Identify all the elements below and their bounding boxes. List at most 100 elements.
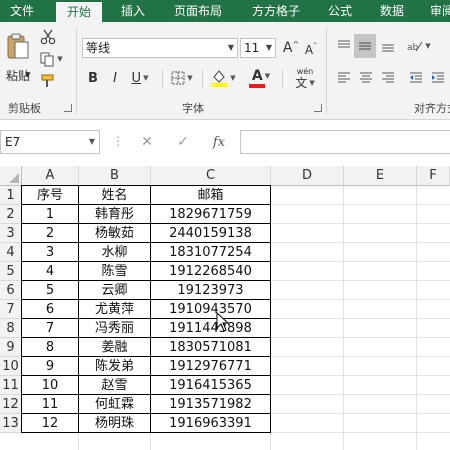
format-painter-button[interactable] <box>38 72 58 90</box>
row-header-3[interactable]: 3 <box>0 224 22 243</box>
header-cell-name[interactable]: 姓名 <box>79 186 150 205</box>
name-cell[interactable]: 杨明珠 <box>79 414 150 433</box>
email-cell[interactable]: 1831077254 <box>151 243 270 262</box>
name-cell[interactable]: 何虹霖 <box>79 395 150 414</box>
tab-formulas[interactable]: 公式 <box>318 0 362 22</box>
seq-cell[interactable]: 3 <box>22 243 78 262</box>
email-cell[interactable]: 19123973 <box>151 281 270 300</box>
column-header-e[interactable]: E <box>344 166 417 186</box>
email-cell[interactable]: 1913571982 <box>151 395 270 414</box>
email-cell[interactable]: 1916415365 <box>151 376 270 395</box>
align-middle-button[interactable] <box>354 34 376 58</box>
seq-cell[interactable]: 6 <box>22 300 78 319</box>
name-cell[interactable]: 尤黄萍 <box>79 300 150 319</box>
copy-button[interactable]: ▼ <box>38 50 64 68</box>
orientation-button[interactable]: ab ▼ <box>404 36 434 56</box>
seq-cell[interactable]: 10 <box>22 376 78 395</box>
spreadsheet-grid[interactable]: ABCDEF 1 2 3 4 5 6 7 8 9 10 11 12 13 序号 姓名 邮箱 1 韩育彤 18296… <box>0 166 450 450</box>
seq-cell[interactable]: 11 <box>22 395 78 414</box>
tab-home[interactable]: 开始 <box>56 2 102 22</box>
grow-font-button[interactable]: A ^ <box>282 38 300 58</box>
font-color-button[interactable]: A ▼ <box>246 66 276 90</box>
header-cell-seq[interactable]: 序号 <box>22 186 78 205</box>
tab-insert[interactable]: 插入 <box>110 0 156 22</box>
row-header-12[interactable]: 12 <box>0 395 22 414</box>
name-cell[interactable]: 赵雪 <box>79 376 150 395</box>
tab-data[interactable]: 数据 <box>370 0 414 22</box>
font-size-combo[interactable]: 11 ▼ <box>240 38 276 58</box>
row-header-9[interactable]: 9 <box>0 338 22 357</box>
tab-review[interactable]: 审阅 <box>424 0 450 22</box>
column-header-b[interactable]: B <box>79 166 151 186</box>
align-center-button[interactable] <box>356 68 376 88</box>
name-cell[interactable]: 陈发弟 <box>79 357 150 376</box>
column-header-f[interactable]: F <box>417 166 450 186</box>
bold-button[interactable]: B <box>84 68 102 88</box>
seq-cell[interactable]: 9 <box>22 357 78 376</box>
seq-cell[interactable]: 7 <box>22 319 78 338</box>
seq-cell[interactable]: 4 <box>22 262 78 281</box>
borders-button[interactable]: ▼ <box>168 68 196 88</box>
seq-cell[interactable]: 12 <box>22 414 78 433</box>
row-header-4[interactable]: 4 <box>0 243 22 262</box>
name-cell[interactable]: 冯秀丽 <box>79 319 150 338</box>
paste-dropdown-arrow[interactable]: ▼ <box>25 71 30 79</box>
email-cell[interactable]: 1912976771 <box>151 357 270 376</box>
name-box[interactable]: E7 ▼ <box>0 130 100 154</box>
tab-file[interactable]: 文件 <box>0 0 44 22</box>
italic-button[interactable]: I <box>106 68 124 88</box>
paste-button[interactable] <box>4 30 32 64</box>
row-header-13[interactable]: 13 <box>0 414 22 433</box>
email-cell[interactable]: 2440159138 <box>151 224 270 243</box>
email-cell[interactable]: 1830571081 <box>151 338 270 357</box>
column-header-c[interactable]: C <box>151 166 271 186</box>
tab-page-layout[interactable]: 页面布局 <box>164 0 232 22</box>
formula-input[interactable] <box>240 130 450 154</box>
email-cell[interactable]: 1911443898 <box>151 319 270 338</box>
name-cell[interactable]: 陈雪 <box>79 262 150 281</box>
fill-color-button[interactable]: ▼ <box>208 66 238 90</box>
align-top-button[interactable] <box>334 36 354 56</box>
seq-cell[interactable]: 5 <box>22 281 78 300</box>
decrease-indent-button[interactable] <box>406 68 426 88</box>
cancel-button[interactable]: ✕ <box>136 132 158 152</box>
enter-button[interactable]: ✓ <box>172 132 194 152</box>
select-all-corner[interactable] <box>0 166 22 186</box>
increase-indent-button[interactable] <box>428 68 448 88</box>
phonetic-guide-button[interactable]: wén 文 ▼ <box>288 64 322 92</box>
tab-fangfang-gezi[interactable]: 方方格子 <box>242 0 310 22</box>
email-cell[interactable]: 1912268540 <box>151 262 270 281</box>
name-cell[interactable]: 姜融 <box>79 338 150 357</box>
name-cell[interactable]: 云卿 <box>79 281 150 300</box>
clipboard-launcher[interactable] <box>64 104 72 112</box>
row-header-11[interactable]: 11 <box>0 376 22 395</box>
seq-cell[interactable]: 1 <box>22 205 78 224</box>
header-cell-email[interactable]: 邮箱 <box>151 186 270 205</box>
underline-button[interactable]: U ▼ <box>126 68 154 88</box>
font-launcher[interactable] <box>314 104 322 112</box>
name-cell[interactable]: 韩育彤 <box>79 205 150 224</box>
align-left-button[interactable] <box>334 68 354 88</box>
email-cell[interactable]: 1916963391 <box>151 414 270 433</box>
align-bottom-button[interactable] <box>378 36 398 56</box>
seq-cell[interactable]: 2 <box>22 224 78 243</box>
row-header-2[interactable]: 2 <box>0 205 22 224</box>
row-header-6[interactable]: 6 <box>0 281 22 300</box>
row-header-10[interactable]: 10 <box>0 357 22 376</box>
column-header-d[interactable]: D <box>271 166 344 186</box>
name-cell[interactable]: 杨敏茹 <box>79 224 150 243</box>
column-header-a[interactable]: A <box>22 166 79 186</box>
align-right-button[interactable] <box>378 68 398 88</box>
cut-button[interactable] <box>38 28 58 46</box>
row-header-7[interactable]: 7 <box>0 300 22 319</box>
row-header-5[interactable]: 5 <box>0 262 22 281</box>
shrink-font-button[interactable]: Aˇ <box>302 40 320 60</box>
font-name-combo[interactable]: 等线 ▼ <box>82 38 238 58</box>
name-cell[interactable]: 水柳 <box>79 243 150 262</box>
email-cell[interactable]: 1829671759 <box>151 205 270 224</box>
email-cell[interactable]: 1910943570 <box>151 300 270 319</box>
seq-cell[interactable]: 8 <box>22 338 78 357</box>
insert-function-button[interactable]: fx <box>208 132 230 152</box>
row-header-1[interactable]: 1 <box>0 186 22 205</box>
row-header-8[interactable]: 8 <box>0 319 22 338</box>
